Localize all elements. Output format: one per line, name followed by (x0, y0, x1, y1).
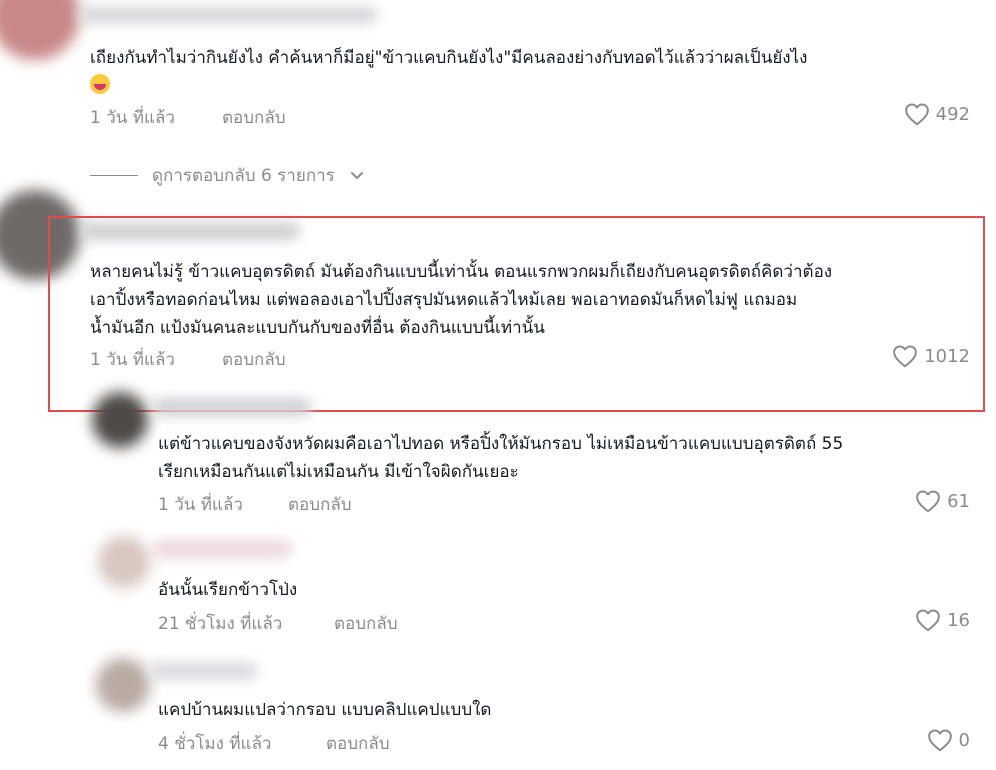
like-count: 61 (947, 490, 970, 512)
like-button[interactable]: 492 (904, 102, 970, 126)
avatar[interactable] (0, 0, 80, 60)
divider (90, 175, 138, 176)
heart-icon (904, 103, 929, 126)
comment-text: แต่ข้าวแคบของจังหวัดผมคือเอาไปทอด หรือปิ… (158, 434, 844, 482)
avatar[interactable] (92, 392, 148, 448)
like-count: 0 (958, 729, 970, 751)
view-replies-label: ดูการตอบกลับ 6 รายการ (152, 166, 335, 186)
username-blurred[interactable] (78, 6, 378, 24)
like-button[interactable]: 0 (927, 728, 970, 752)
reply-button[interactable]: ตอบกลับ (326, 730, 390, 757)
comment-time: 1 วัน ที่แล้ว (90, 108, 175, 128)
reply-button[interactable]: ตอบกลับ (222, 104, 286, 131)
highlight-box (48, 216, 985, 412)
comment-text: อันนั้นเรียกข้าวโป่ง (158, 580, 298, 600)
avatar[interactable] (96, 658, 150, 712)
username-blurred[interactable] (152, 540, 292, 558)
comment-text: เถียงกันทำไมว่ากินยังไง คำค้นหาก็มีอยู่"… (90, 44, 807, 100)
like-button[interactable]: 16 (915, 608, 970, 632)
avatar[interactable] (98, 536, 150, 588)
like-count: 492 (935, 103, 970, 125)
reply-button[interactable]: ตอบกลับ (288, 491, 352, 518)
reply-button[interactable]: ตอบกลับ (334, 610, 398, 637)
like-button[interactable]: 61 (915, 489, 970, 513)
username-blurred[interactable] (148, 662, 258, 680)
heart-icon (927, 729, 952, 752)
view-replies-button[interactable]: ดูการตอบกลับ 6 รายการ (90, 162, 365, 189)
comment-text: แคปบ้านผมแปลว่ากรอบ แบบคลิปแคปแบบใด (158, 700, 492, 720)
chevron-down-icon (350, 171, 363, 179)
heart-icon (916, 609, 940, 632)
like-count: 16 (947, 609, 970, 631)
comment-time: 4 ชั่วโมง ที่แล้ว (158, 734, 272, 754)
username-blurred[interactable] (152, 398, 312, 416)
comment-time: 21 ชั่วโมง ที่แล้ว (158, 614, 283, 634)
heart-icon (916, 490, 940, 513)
grinning-face-emoji (90, 74, 110, 94)
comment-time: 1 วัน ที่แล้ว (158, 495, 243, 515)
